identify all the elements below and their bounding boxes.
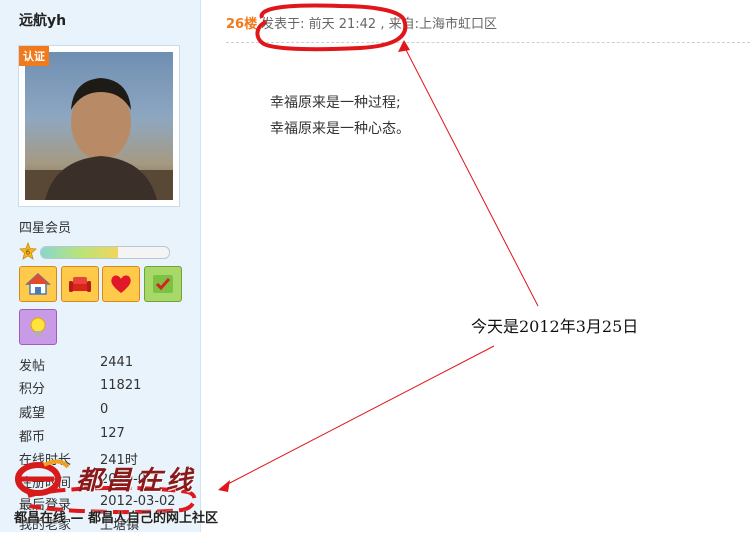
stat-label: 都币 bbox=[19, 430, 46, 445]
post-meta: 26楼 发表于: 前天 21:42 , 来自:上海市虹口区 bbox=[226, 13, 497, 32]
post-body: 幸福原来是一种过程; 幸福原来是一种心态。 bbox=[270, 90, 410, 142]
stat-label: 威望 bbox=[19, 406, 46, 421]
avatar-photo bbox=[25, 52, 173, 200]
username-link[interactable]: 远航yh bbox=[19, 10, 66, 30]
arrowhead-icon bbox=[218, 480, 230, 492]
lightbulb-icon bbox=[30, 317, 46, 336]
heart-button[interactable] bbox=[102, 266, 140, 302]
post-timestamp-location: 发表于: 前天 21:42 , 来自:上海市虹口区 bbox=[261, 17, 497, 32]
level-star-icon: 6 bbox=[19, 241, 37, 260]
date-annotation: 今天是2012年3月25日 bbox=[471, 317, 639, 336]
stat-value: 11821 bbox=[100, 378, 142, 393]
lightbulb-button[interactable] bbox=[19, 309, 57, 345]
check-button[interactable] bbox=[144, 266, 182, 302]
site-logo-icon bbox=[15, 459, 70, 496]
heart-icon bbox=[111, 275, 131, 293]
level-number: 6 bbox=[26, 249, 31, 257]
sofa-button[interactable] bbox=[61, 266, 99, 302]
post-line: 幸福原来是一种心态。 bbox=[270, 121, 410, 137]
post-line: 幸福原来是一种过程; bbox=[270, 95, 401, 111]
site-watermark-title: 都昌在线 bbox=[76, 466, 197, 496]
sofa-icon bbox=[69, 277, 91, 292]
arrow-line-to-last-login bbox=[223, 345, 495, 487]
verified-badge: 认证 bbox=[19, 46, 49, 66]
user-sidebar: 远航yh 认证 四星会员 6 发帖 2441 积分 11821 威望 0 都币 … bbox=[0, 0, 201, 533]
level-progress-bar bbox=[40, 246, 170, 259]
stat-label: 发帖 bbox=[19, 359, 46, 374]
arrow-line-to-timestamp bbox=[403, 45, 539, 307]
stat-value: 127 bbox=[100, 426, 125, 441]
floor-number-link[interactable]: 26楼 bbox=[226, 17, 257, 32]
divider bbox=[226, 42, 750, 43]
avatar[interactable]: 认证 bbox=[18, 45, 180, 207]
site-watermark-subtitle: 都昌在线 — 都昌人自己的网上社区 bbox=[14, 511, 219, 526]
stat-label: 积分 bbox=[19, 382, 46, 397]
person-silhouette-icon bbox=[25, 78, 173, 200]
stat-value: 0 bbox=[100, 402, 109, 417]
check-icon bbox=[153, 275, 173, 293]
level-progress-fill bbox=[41, 247, 118, 258]
member-rank: 四星会员 bbox=[19, 221, 72, 236]
home-button[interactable] bbox=[19, 266, 57, 302]
stat-value: 2441 bbox=[100, 355, 134, 370]
home-icon bbox=[25, 272, 51, 295]
